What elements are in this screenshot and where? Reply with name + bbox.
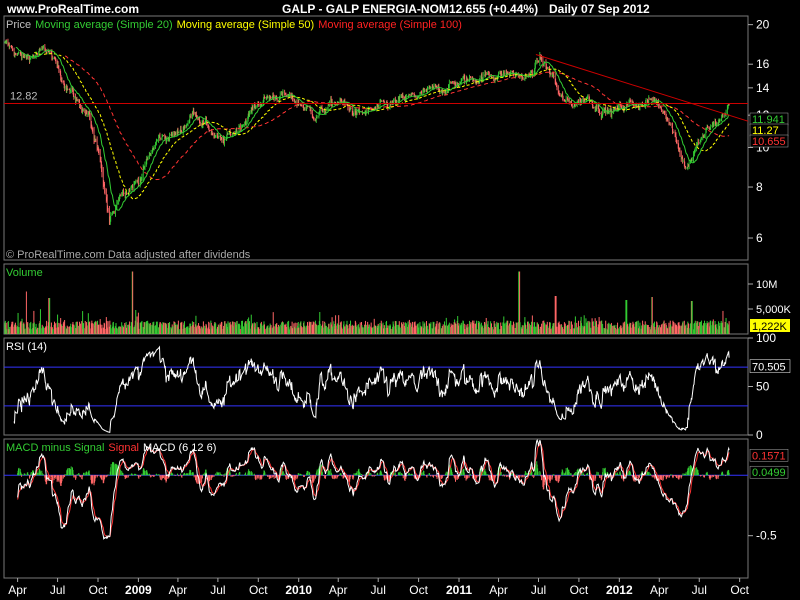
macd-tag: 0.1571 (752, 450, 786, 462)
price-legend-item: Moving average (Simple 50) (177, 19, 315, 31)
x-tick-label: Oct (89, 583, 108, 597)
rsi-tick-label: 50 (756, 380, 770, 394)
vol-tick-label: 10M (756, 279, 777, 291)
rsi-title: RSI (14) (6, 341, 47, 353)
volume-title: Volume (6, 267, 43, 279)
x-tick-label: 2010 (285, 583, 312, 597)
macd-tick-label: -0.5 (756, 529, 777, 543)
x-tick-label: Oct (570, 583, 589, 597)
period-date: Daily 07 Sep 2012 (549, 2, 650, 16)
x-tick-label: Apr (329, 583, 348, 597)
macd-legend-item: Signal (108, 442, 139, 454)
rsi-tag: 70.505 (752, 362, 786, 374)
stock-chart: 201614121086PriceMoving average (Simple … (3, 15, 792, 597)
hline-label: 12.82 (10, 90, 38, 102)
rsi-tick-label: 0 (756, 428, 763, 442)
panel-price (3, 15, 749, 261)
price-change: 12.655 (+0.44%) (449, 2, 539, 16)
site-name[interactable]: www.ProRealTime.com (7, 2, 139, 16)
x-tick-label: Jul (50, 583, 65, 597)
x-tick-label: Apr (169, 583, 188, 597)
x-tick-label: 2009 (125, 583, 152, 597)
instrument-title: GALP - GALP ENERGIA-NOM (282, 2, 449, 16)
x-tick-label: Jul (210, 583, 225, 597)
macd-tag: 0.0499 (752, 467, 786, 479)
x-tick-label: Oct (249, 583, 268, 597)
x-tick-label: Jul (371, 583, 386, 597)
macd-legend-item: MACD (6 12 6) (143, 442, 216, 454)
x-tick-label: Apr (489, 583, 508, 597)
x-tick-label: Oct (730, 583, 749, 597)
value-tag: 10.655 (752, 136, 786, 148)
rsi-tick-label: 100 (756, 331, 776, 345)
price-legend-item: Moving average (Simple 100) (318, 19, 462, 31)
price-tick-label: 8 (756, 180, 763, 194)
watermark: © ProRealTime.com Data adjusted after di… (6, 249, 251, 261)
vol-tick-label: 5,000K (756, 304, 792, 316)
x-tick-label: 2011 (446, 583, 472, 597)
x-tick-label: Apr (650, 583, 669, 597)
x-tick-label: Jul (531, 583, 546, 597)
price-tick-label: 14 (756, 81, 770, 95)
x-tick-label: Oct (409, 583, 428, 597)
x-tick-label: 2012 (606, 583, 633, 597)
price-tick-label: 6 (756, 231, 763, 245)
price-legend-item: Moving average (Simple 20) (35, 19, 173, 31)
macd-legend-item: MACD minus Signal (6, 442, 104, 454)
panel-macd (3, 438, 749, 579)
price-legend-item: Price (6, 19, 31, 31)
price-tick-label: 16 (756, 57, 770, 71)
price-tick-label: 20 (756, 18, 770, 32)
x-tick-label: Apr (8, 583, 27, 597)
x-tick-label: Jul (692, 583, 707, 597)
